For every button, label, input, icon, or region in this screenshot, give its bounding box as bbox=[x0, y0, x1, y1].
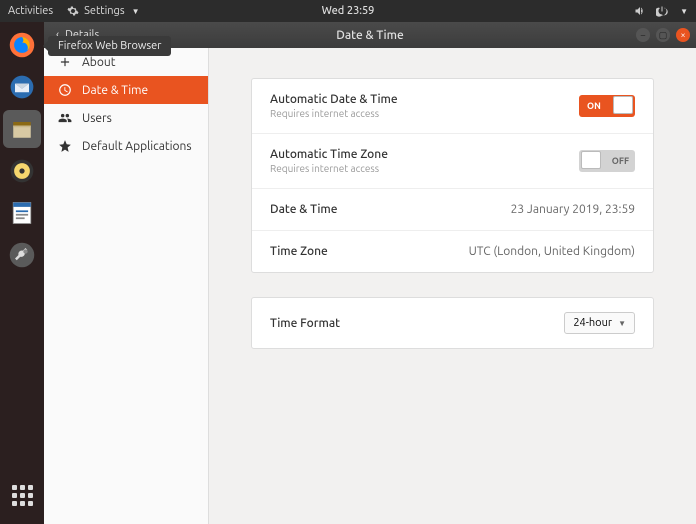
sidebar-item-label: Users bbox=[82, 112, 112, 125]
power-icon bbox=[656, 5, 668, 17]
sidebar-item-label: Date & Time bbox=[82, 84, 148, 97]
launcher-firefox[interactable] bbox=[3, 26, 41, 64]
row-label: Time Format bbox=[270, 317, 340, 330]
app-menu[interactable]: Settings ▼ bbox=[67, 5, 139, 17]
launcher-files[interactable] bbox=[3, 110, 41, 148]
show-applications[interactable] bbox=[3, 476, 41, 514]
star-icon bbox=[58, 139, 72, 153]
launcher-libreoffice[interactable] bbox=[3, 194, 41, 232]
row-timezone[interactable]: Time Zone UTC (London, United Kingdom) bbox=[252, 231, 653, 272]
maximize-button[interactable]: ▢ bbox=[656, 28, 670, 42]
row-time-format: Time Format 24-hour ▼ bbox=[252, 298, 653, 348]
system-tray[interactable]: ▼ bbox=[634, 5, 688, 17]
clock-icon bbox=[58, 83, 72, 97]
chevron-down-icon: ▼ bbox=[132, 7, 140, 16]
row-label: Date & Time bbox=[270, 203, 338, 216]
minimize-button[interactable]: – bbox=[636, 28, 650, 42]
users-icon bbox=[58, 111, 72, 125]
row-sublabel: Requires internet access bbox=[270, 163, 388, 174]
row-label: Time Zone bbox=[270, 245, 328, 258]
row-label: Automatic Date & Time bbox=[270, 93, 398, 106]
volume-icon bbox=[634, 5, 646, 17]
sidebar-item-date-time[interactable]: Date & Time bbox=[44, 76, 208, 104]
window-title: Date & Time bbox=[336, 29, 404, 42]
row-auto-datetime: Automatic Date & Time Requires internet … bbox=[252, 79, 653, 134]
row-label: Automatic Time Zone bbox=[270, 148, 388, 161]
chevron-down-icon: ▼ bbox=[680, 7, 688, 16]
row-datetime[interactable]: Date & Time 23 January 2019, 23:59 bbox=[252, 189, 653, 231]
timezone-value: UTC (London, United Kingdom) bbox=[469, 245, 635, 258]
content-area: Automatic Date & Time Requires internet … bbox=[209, 48, 696, 524]
sidebar-item-users[interactable]: Users bbox=[44, 104, 208, 132]
auto-datetime-toggle[interactable]: ON bbox=[579, 95, 635, 117]
launcher-thunderbird[interactable] bbox=[3, 68, 41, 106]
row-auto-timezone: Automatic Time Zone Requires internet ac… bbox=[252, 134, 653, 189]
clock[interactable]: Wed 23:59 bbox=[322, 5, 375, 17]
plus-icon bbox=[58, 55, 72, 69]
time-format-select[interactable]: 24-hour ▼ bbox=[564, 312, 635, 334]
datetime-value: 23 January 2019, 23:59 bbox=[511, 203, 635, 216]
settings-icon bbox=[67, 5, 79, 17]
launcher-settings[interactable] bbox=[3, 236, 41, 274]
launcher-rhythmbox[interactable] bbox=[3, 152, 41, 190]
format-panel: Time Format 24-hour ▼ bbox=[251, 297, 654, 349]
sidebar-item-label: Default Applications bbox=[82, 140, 192, 153]
row-sublabel: Requires internet access bbox=[270, 108, 398, 119]
sidebar-item-default-apps[interactable]: Default Applications bbox=[44, 132, 208, 160]
launcher-dock bbox=[0, 22, 44, 524]
launcher-tooltip: Firefox Web Browser bbox=[48, 36, 171, 56]
close-button[interactable]: × bbox=[676, 28, 690, 42]
activities-button[interactable]: Activities bbox=[8, 5, 53, 17]
settings-sidebar: About Date & Time Users Default Applicat… bbox=[44, 48, 209, 524]
settings-window: ‹ Details Date & Time – ▢ × About Date &… bbox=[44, 22, 696, 524]
top-bar: Activities Settings ▼ Wed 23:59 ▼ bbox=[0, 0, 696, 22]
sidebar-item-label: About bbox=[82, 56, 115, 69]
datetime-panel: Automatic Date & Time Requires internet … bbox=[251, 78, 654, 273]
chevron-down-icon: ▼ bbox=[618, 319, 626, 328]
auto-timezone-toggle[interactable]: OFF bbox=[579, 150, 635, 172]
